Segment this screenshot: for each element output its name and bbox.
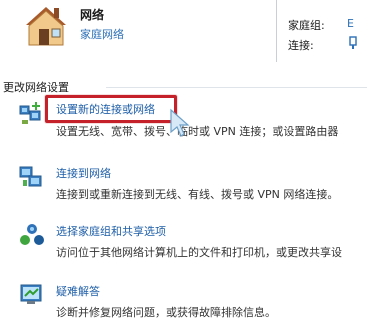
task-desc-connect-network: 连接到或重新连接到无线、有线、拨号或 VPN 网络连接。 xyxy=(56,188,339,201)
task-desc-homegroup: 访问位于其他网络计算机上的文件和打印机，或更改共享设 xyxy=(56,246,342,259)
task-link-troubleshoot[interactable]: 疑难解答 xyxy=(56,283,100,299)
task-link-homegroup[interactable]: 选择家庭组和共享选项 xyxy=(56,223,166,239)
highlight-box xyxy=(45,95,177,123)
homegroup-value[interactable]: E xyxy=(347,17,354,30)
network-name: 网络 xyxy=(80,8,105,22)
task-desc-troubleshoot: 诊断并修复网络问题，或获得故障排除信息。 xyxy=(56,306,276,319)
homegroup-share-icon xyxy=(20,224,44,245)
connect-network-icon xyxy=(19,166,42,187)
section-title: 更改网络设置 xyxy=(3,81,69,94)
troubleshoot-icon xyxy=(20,284,42,304)
network-type-link[interactable]: 家庭网络 xyxy=(80,26,124,42)
cursor-arrow-icon xyxy=(170,108,190,137)
section-divider xyxy=(106,87,367,88)
divider xyxy=(276,0,277,62)
new-connection-icon xyxy=(19,102,41,124)
wired-connection-icon[interactable] xyxy=(347,36,359,50)
home-network-icon xyxy=(26,7,66,46)
connection-label: 连接: xyxy=(288,39,314,52)
task-desc-new-connection: 设置无线、宽带、拨号、临时或 VPN 连接；或设置路由器 xyxy=(56,125,339,138)
homegroup-label: 家庭组: xyxy=(288,19,325,32)
task-link-connect-network[interactable]: 连接到网络 xyxy=(56,165,111,181)
